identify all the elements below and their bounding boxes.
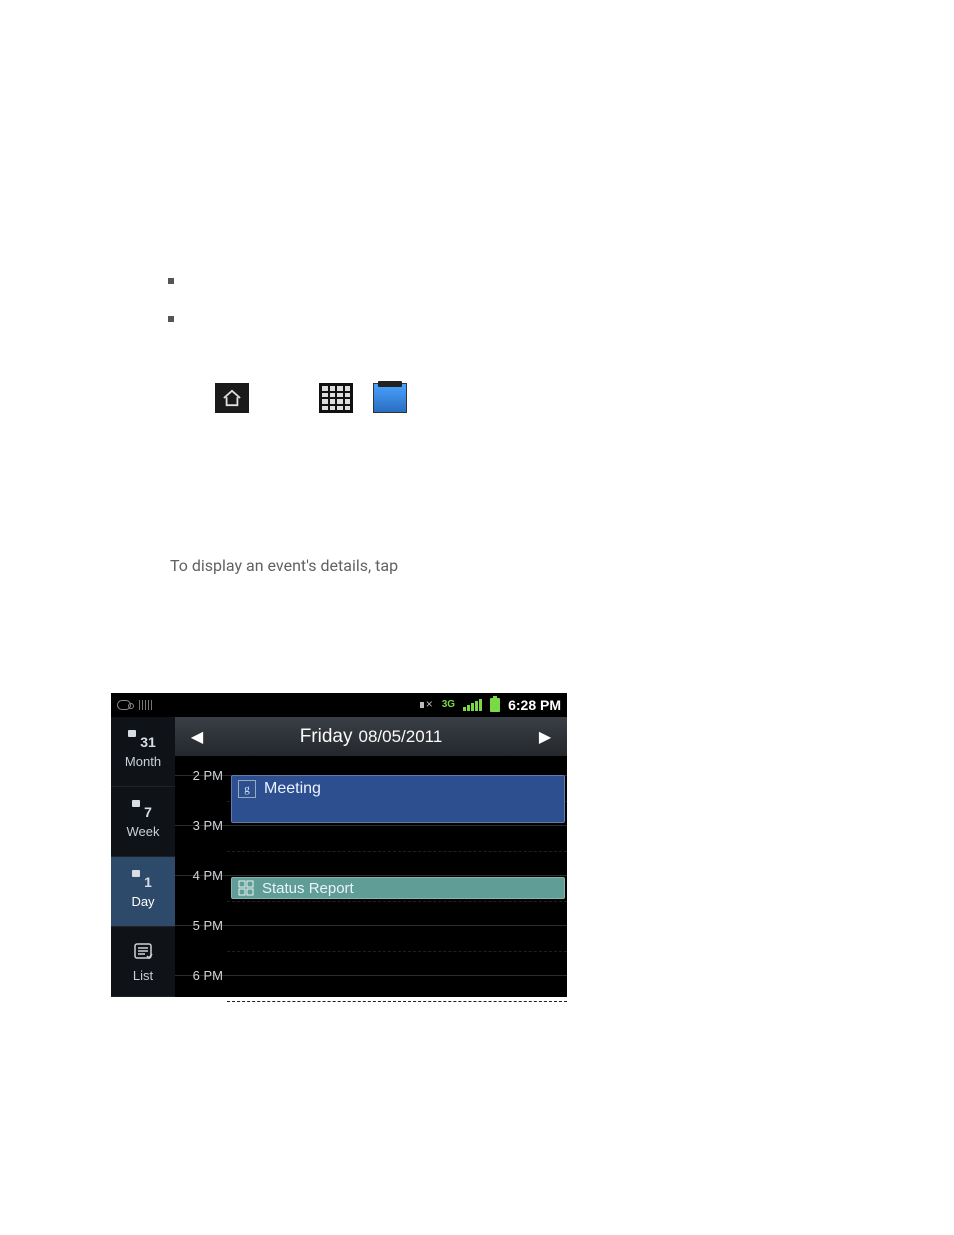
hour-label: 4 PM [175,868,223,883]
inline-icon-row [215,383,407,413]
status-bar: 3G 6:28 PM [111,693,567,717]
apps-grid-icon [319,383,353,413]
network-type: 3G [442,700,455,710]
event-meeting[interactable]: g Meeting [231,775,565,823]
view-sidebar: 31 Month 7 Week 1 Day List [111,717,175,997]
hour-label: 6 PM [175,968,223,983]
next-day-button[interactable]: ▶ [535,727,555,747]
voicemail-icon [117,700,131,710]
date-header: ◀ Friday08/05/2011 ▶ [175,717,567,757]
sidebar-item-day[interactable]: 1 Day [111,857,175,927]
caption-text: To display an event's details, tap [170,556,398,575]
sidebar-item-label: Day [131,894,154,909]
battery-icon [490,698,500,712]
bullet-marker [168,278,184,284]
event-status-report[interactable]: Status Report [231,877,565,899]
signal-icon [463,699,482,711]
home-icon [215,383,249,413]
sidebar-item-month[interactable]: 31 Month [111,717,175,787]
calendar-icon [373,383,407,413]
hour-label: 3 PM [175,818,223,833]
hour-label: 5 PM [175,918,223,933]
sidebar-item-label: List [133,968,153,983]
calendar-1-icon: 1 [134,874,152,890]
bullet-marker [168,316,184,322]
date-title[interactable]: Friday08/05/2011 [207,726,535,748]
calendar-31-icon: 31 [130,734,156,750]
sidebar-item-list[interactable]: List [111,927,175,997]
mute-icon [420,699,434,711]
hour-grid[interactable]: 2 PM 3 PM 4 PM 5 PM 6 PM g Meeting Statu… [175,757,567,997]
keyboard-status-icon [139,700,153,710]
sidebar-item-label: Month [125,754,161,769]
google-account-icon: g [238,780,256,798]
phone-screenshot: 3G 6:28 PM 31 Month 7 Week 1 Day [111,693,567,997]
event-title: Meeting [264,780,321,798]
list-icon [133,941,153,964]
calendar-7-icon: 7 [134,804,152,820]
status-time: 6:28 PM [508,697,561,713]
prev-day-button[interactable]: ◀ [187,727,207,747]
event-title: Status Report [262,880,354,897]
hour-label: 2 PM [175,768,223,783]
exchange-account-icon [238,880,254,896]
sidebar-item-week[interactable]: 7 Week [111,787,175,857]
sidebar-item-label: Week [127,824,160,839]
